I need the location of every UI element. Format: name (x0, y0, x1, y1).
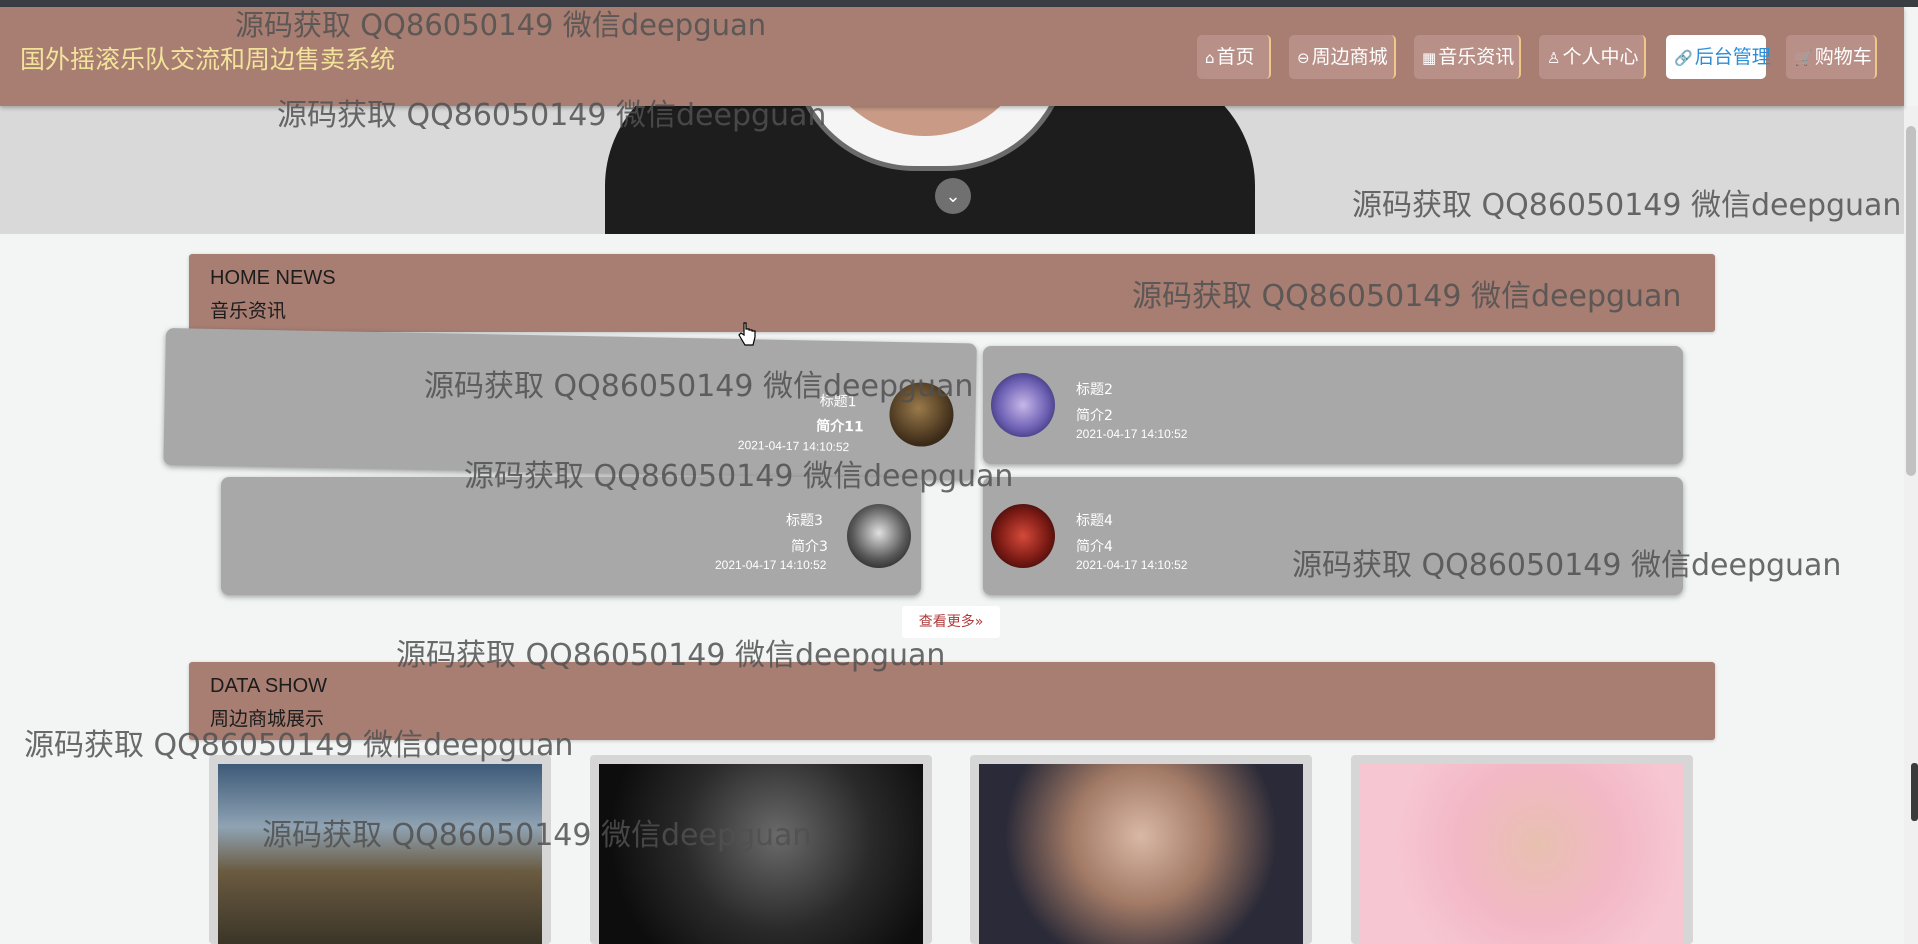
news-title: 标题1 (819, 393, 857, 411)
view-more-button[interactable]: 查看更多» (902, 606, 1000, 638)
news-card[interactable]: 标题4 简介4 2021-04-17 14:10:52 (983, 477, 1683, 595)
product-image (979, 764, 1303, 944)
news-date: 2021-04-17 14:10:52 (737, 438, 850, 455)
nav-user-center-label: 个人中心 (1562, 46, 1639, 68)
home-icon: ⌂ (1205, 49, 1215, 67)
nav-admin-label: 后台管理 (1694, 46, 1771, 68)
nav-home[interactable]: ⌂ 首页 (1197, 35, 1271, 79)
nav-cart[interactable]: 🛒 购物车 (1786, 35, 1877, 79)
nav-shop[interactable]: ⊖ 周边商城 (1289, 35, 1396, 79)
site-title: 国外摇滚乐队交流和周边售卖系统 (20, 45, 396, 74)
product-card[interactable] (590, 755, 932, 944)
secondary-scroll-handle[interactable] (1911, 763, 1918, 821)
news-title: 标题2 (1076, 382, 1113, 398)
nav-music-news[interactable]: ▦ 音乐资讯 (1414, 35, 1521, 79)
nav-music-news-label: 音乐资讯 (1438, 46, 1515, 68)
news-icon: ▦ (1422, 49, 1437, 67)
news-thumbnail (991, 373, 1055, 437)
link-icon: 🔗 (1674, 49, 1693, 67)
news-date: 2021-04-17 14:10:52 (1076, 427, 1188, 441)
news-date: 2021-04-17 14:10:52 (1076, 558, 1188, 572)
product-card[interactable] (209, 755, 551, 944)
nav-admin[interactable]: 🔗 后台管理 (1666, 35, 1771, 79)
user-icon: ♙ (1547, 49, 1561, 67)
product-image (1360, 764, 1684, 944)
news-section-cn-title: 音乐资讯 (210, 300, 287, 322)
product-section-header: DATA SHOW 周边商城展示 (189, 662, 1715, 740)
product-section-cn-title: 周边商城展示 (210, 708, 325, 730)
news-intro: 简介4 (1076, 539, 1113, 555)
hero-banner: ⌄ (0, 106, 1904, 234)
news-thumbnail (888, 381, 955, 448)
nav-cart-label: 购物车 (1814, 46, 1872, 68)
product-section-en-title: DATA SHOW (210, 675, 328, 697)
double-chevron-right-icon: » (974, 614, 984, 630)
news-section-en-title: HOME NEWS (210, 267, 336, 289)
news-card[interactable]: 标题1 简介11 2021-04-17 14:10:52 (163, 328, 977, 481)
shop-icon: ⊖ (1297, 49, 1310, 67)
news-thumbnail (991, 504, 1055, 568)
hand-cursor-icon (738, 322, 756, 346)
nav-user-center[interactable]: ♙ 个人中心 (1539, 35, 1646, 79)
product-card[interactable] (1351, 755, 1693, 944)
news-title: 标题3 (786, 513, 823, 529)
product-image (599, 764, 923, 944)
chevron-down-icon[interactable]: ⌄ (935, 178, 971, 214)
page-scrollbar-thumb[interactable] (1906, 126, 1916, 476)
news-intro: 简介2 (1076, 408, 1113, 424)
nav-home-label: 首页 (1216, 46, 1255, 68)
news-section-header: HOME NEWS 音乐资讯 (189, 254, 1715, 332)
nav-shop-label: 周边商城 (1311, 46, 1388, 68)
product-image (218, 764, 542, 944)
news-intro: 简介3 (791, 539, 828, 555)
news-thumbnail (847, 504, 911, 568)
top-navbar: 国外摇滚乐队交流和周边售卖系统 ⌂ 首页 ⊖ 周边商城 ▦ 音乐资讯 ♙ 个人中心 🔗 后… (0, 7, 1904, 106)
news-intro: 简介11 (816, 418, 864, 436)
browser-top-strip (0, 0, 1918, 7)
view-more-label: 查看更多 (918, 614, 975, 630)
cart-icon: 🛒 (1794, 49, 1813, 67)
news-date: 2021-04-17 14:10:52 (715, 558, 827, 572)
news-card[interactable]: 标题3 简介3 2021-04-17 14:10:52 (221, 477, 921, 595)
product-card[interactable] (970, 755, 1312, 944)
news-title: 标题4 (1076, 513, 1113, 529)
news-card[interactable]: 标题2 简介2 2021-04-17 14:10:52 (983, 346, 1683, 464)
